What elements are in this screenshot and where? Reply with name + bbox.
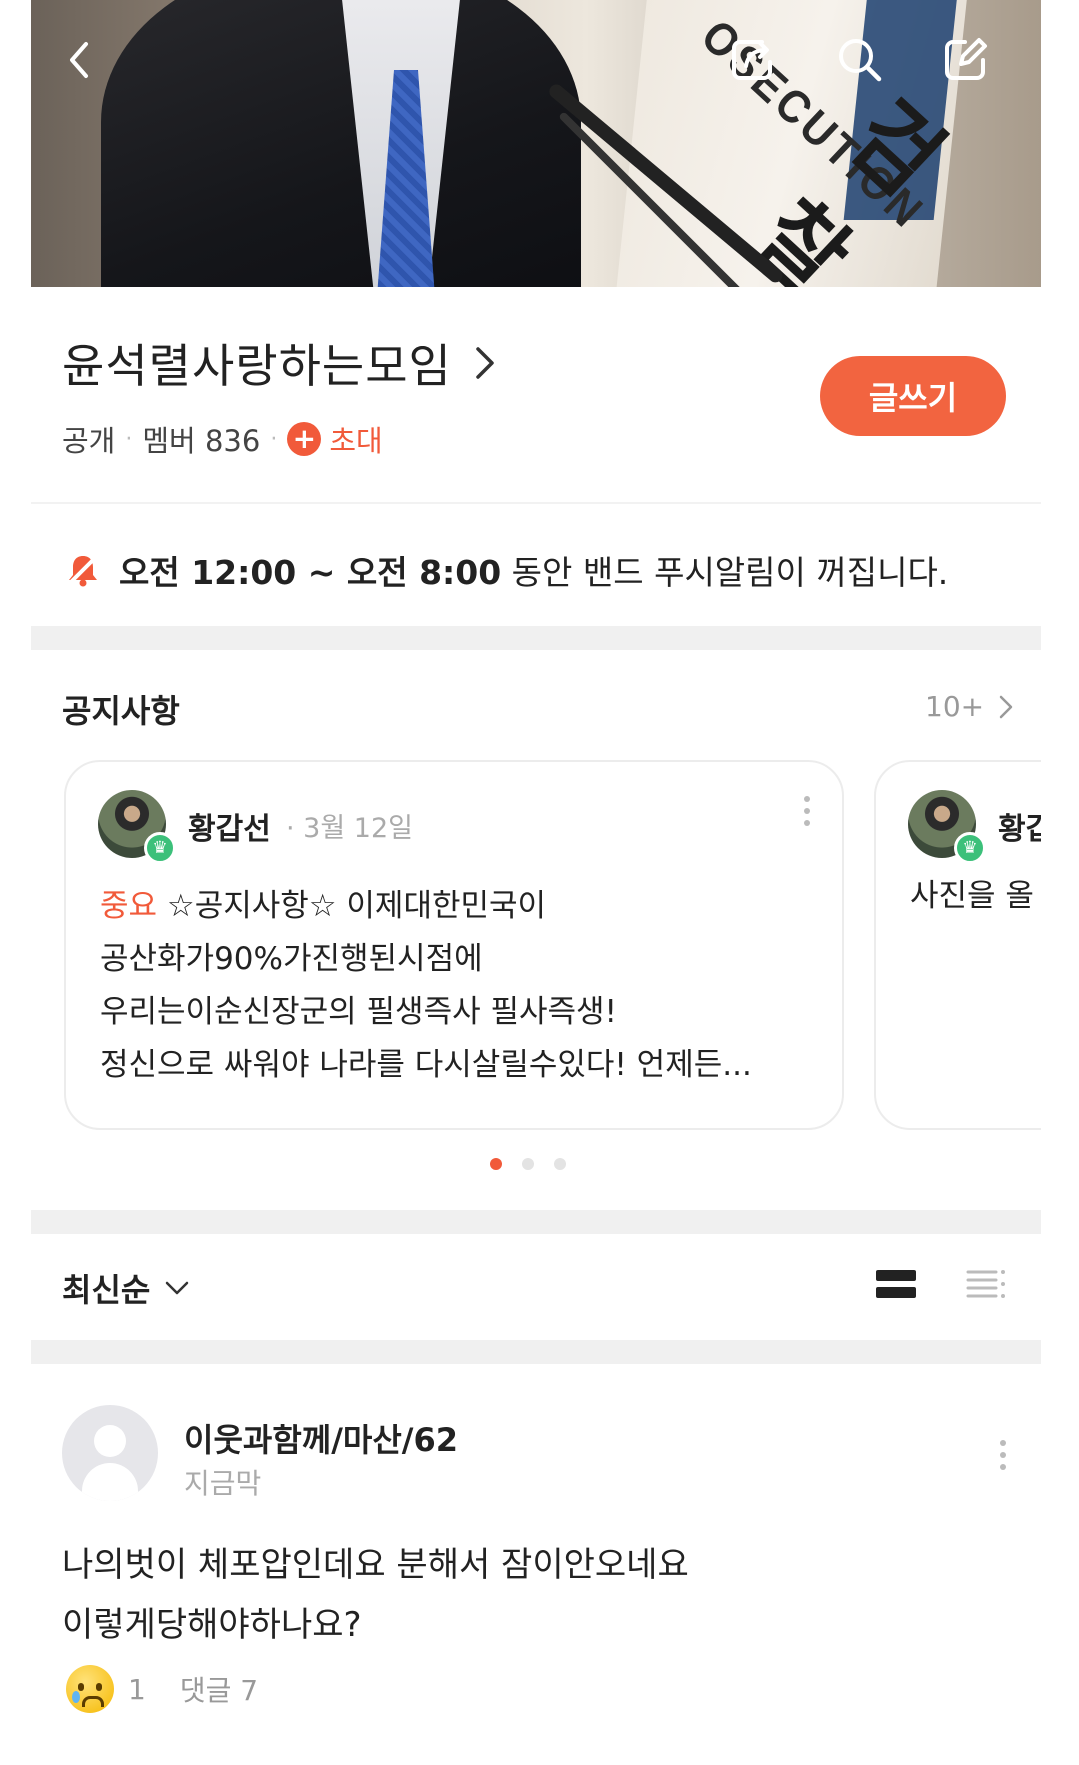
- notice-card[interactable]: ♛ 황갑 사진을 올: [874, 760, 1041, 1130]
- notice-author: 황갑: [998, 812, 1041, 847]
- notice-section-title: 공지사항: [62, 692, 180, 730]
- edit-icon[interactable]: [935, 30, 995, 90]
- notice-author: 황갑선: [188, 812, 271, 847]
- chevron-down-icon: [166, 1281, 189, 1295]
- page-dot: [522, 1158, 534, 1170]
- chevron-right-icon: [999, 695, 1013, 718]
- notice-line: 공산화가90%가진행된시점에: [100, 941, 483, 977]
- plus-icon[interactable]: +: [287, 422, 322, 456]
- crown-icon: ♛: [954, 832, 986, 864]
- member-count[interactable]: 멤버 836: [142, 418, 260, 460]
- push-off-time: 오전 12:00 ~ 오전 8:00: [119, 553, 502, 592]
- share-icon[interactable]: [722, 30, 782, 90]
- notice-card-clip: ♛ 황갑 사진을 올: [874, 760, 1041, 1130]
- important-tag: 중요: [100, 888, 158, 924]
- invite-link[interactable]: 초대: [329, 418, 382, 460]
- post-author-avatar[interactable]: [62, 1405, 158, 1501]
- flag-graphic: OSECUTION 검찰: [613, 0, 969, 287]
- notice-card[interactable]: ♛ 황갑선 · 3월 12일 중요 ☆공지사항☆ 이제대한민국이 공산화가90%…: [64, 760, 844, 1130]
- push-off-message: 동안 밴드 푸시알림이 꺼집니다.: [501, 553, 949, 592]
- section-separator: [31, 626, 1041, 650]
- back-icon[interactable]: [50, 30, 110, 90]
- page-dot: [554, 1158, 566, 1170]
- notice-line: 정신으로 싸워야 나라를 다시살릴수있다! 언제든...: [100, 1047, 752, 1083]
- post-line: 이렇게당해야하나요?: [62, 1605, 362, 1645]
- section-separator: [31, 1210, 1041, 1234]
- post-line: 나의벗이 체포압인데요 분해서 잠이안오네요: [62, 1545, 689, 1585]
- notice-date: · 3월 12일: [286, 813, 413, 844]
- notice-count: 10+: [925, 690, 985, 723]
- crown-icon: ♛: [144, 832, 176, 864]
- more-options-icon[interactable]: [804, 796, 810, 826]
- band-meta: 공개 · 멤버 836 · + 초대: [62, 418, 383, 460]
- post-footer: 1 댓글 7: [66, 1665, 258, 1713]
- page-dot-active: [490, 1158, 502, 1170]
- section-separator: [31, 1340, 1041, 1364]
- post-author[interactable]: 이웃과함께/마산/62: [184, 1415, 458, 1461]
- notice-body: 사진을 올: [910, 878, 1034, 914]
- notice-line: 우리는이순신장군의 필생즉사 필사즉생!: [100, 994, 617, 1030]
- sort-label: 최신순: [62, 1271, 151, 1309]
- crying-face-emoji-icon[interactable]: [66, 1665, 114, 1713]
- search-icon[interactable]: [830, 30, 890, 90]
- card-view-icon[interactable]: [876, 1268, 916, 1304]
- write-post-button[interactable]: 글쓰기: [820, 356, 1006, 436]
- reaction-count[interactable]: 1: [128, 1673, 146, 1706]
- divider: [31, 502, 1041, 504]
- comment-count[interactable]: 댓글 7: [180, 1669, 258, 1709]
- list-view-icon[interactable]: [966, 1268, 1006, 1304]
- notice-body: 중요 ☆공지사항☆ 이제대한민국이 공산화가90%가진행된시점에 우리는이순신장…: [100, 880, 820, 1092]
- person-graphic: [101, 0, 581, 287]
- visibility-label: 공개: [62, 424, 116, 458]
- carousel-pagination: [490, 1158, 566, 1170]
- bell-off-icon: [67, 554, 99, 587]
- notice-line: ☆공지사항☆ 이제대한민국이: [157, 888, 547, 924]
- push-off-notice: 오전 12:00 ~ 오전 8:00 동안 밴드 푸시알림이 꺼집니다.: [65, 546, 948, 594]
- sort-dropdown[interactable]: 최신순: [62, 1265, 190, 1311]
- post-more-options-icon[interactable]: [1000, 1440, 1006, 1470]
- notice-more-link[interactable]: 10+: [925, 690, 1016, 723]
- post-body[interactable]: 나의벗이 체포압인데요 분해서 잠이안오네요 이렇게당해야하나요?: [62, 1535, 1002, 1655]
- post-time: 지금막: [184, 1467, 262, 1500]
- chevron-right-icon: [476, 347, 494, 379]
- band-name: 윤석렬사랑하는모임: [62, 339, 452, 393]
- band-title[interactable]: 윤석렬사랑하는모임: [62, 330, 496, 396]
